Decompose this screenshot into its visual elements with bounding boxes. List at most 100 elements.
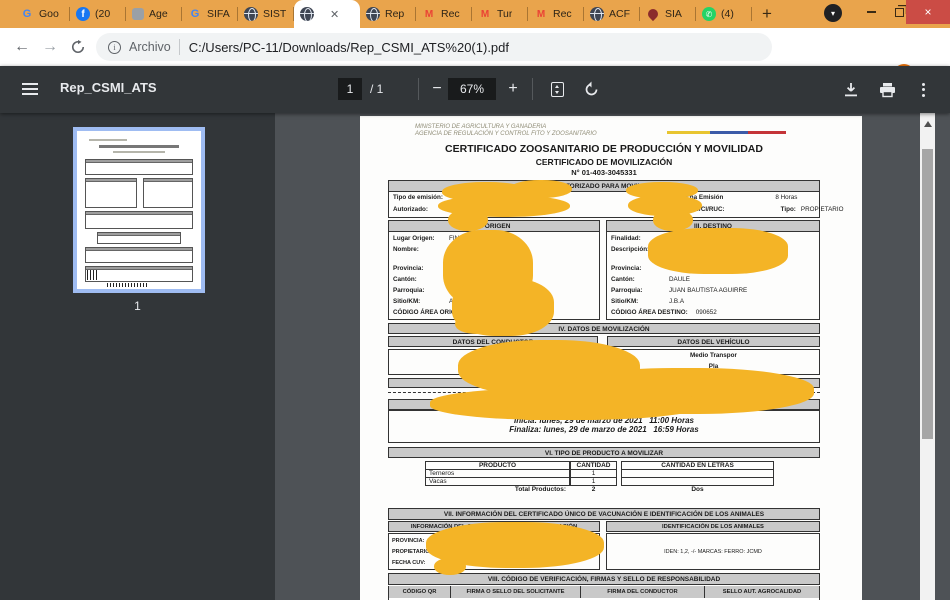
col-cantidad: CANTIDAD: [570, 461, 617, 470]
browser-tab-google[interactable]: Goo: [14, 0, 70, 28]
page-count-label: / 1: [370, 82, 383, 96]
certificate-title: CERTIFICADO ZOOSANITARIO DE PRODUCCIÓN Y…: [388, 143, 820, 155]
animal-id-text: IDEN: 1,2, -/- MARCAS: FERRO: JCMD: [664, 549, 762, 555]
print-button[interactable]: [874, 77, 900, 103]
thumbnail-page-number: 1: [0, 299, 275, 313]
tab-label: SIST: [263, 8, 286, 20]
zoom-level-input[interactable]: 67%: [448, 78, 496, 100]
tab-label: (20: [95, 8, 110, 20]
cantidad-cell: 1: [570, 470, 617, 478]
fit-to-page-button[interactable]: [544, 76, 570, 102]
url-divider: [179, 39, 180, 55]
section-7-right-header: IDENTIFICACIÓN DE LOS ANIMALES: [606, 521, 820, 532]
total-value: 2: [570, 486, 617, 493]
browser-tab-rep[interactable]: Rep: [360, 0, 416, 28]
url-scheme-label: Archivo: [129, 40, 171, 54]
gmail-favicon-icon: [534, 7, 548, 21]
browser-tab-rec1[interactable]: Rec: [416, 0, 472, 28]
browser-tab-sist[interactable]: SIST: [238, 0, 294, 28]
thumbnail-panel: 1: [0, 113, 275, 600]
site-favicon-icon: [132, 8, 144, 20]
reload-icon: [71, 40, 85, 54]
rotate-ccw-icon: [583, 81, 600, 98]
certificate-number: N° 01-403-3045331: [388, 168, 820, 177]
rotate-button[interactable]: [578, 76, 604, 102]
window-minimize-button[interactable]: [856, 0, 886, 24]
page-thumbnail[interactable]: [73, 127, 205, 293]
url-text: C:/Users/PC-11/Downloads/Rep_CSMI_ATS%20…: [189, 40, 509, 55]
gmail-favicon-icon: [478, 7, 492, 21]
tab-label: Rec: [441, 8, 460, 20]
finaliza-text: Finaliza: lunes, 29 de marzo de 2021 16:…: [389, 425, 819, 434]
qr-column-header: CÓDIGO QR: [389, 586, 451, 598]
ecuador-flag-line: [667, 131, 786, 134]
tab-label: ACF: [609, 8, 630, 20]
producto-cell: Terneros: [425, 470, 570, 478]
download-icon: [843, 82, 859, 98]
browser-tab-rec2[interactable]: Rec: [528, 0, 584, 28]
tab-label: Rec: [553, 8, 572, 20]
address-bar: Archivo C:/Users/PC-11/Downloads/Rep_CSM…: [0, 28, 950, 66]
tab-label: SIA: [665, 8, 682, 20]
vertical-scrollbar[interactable]: [920, 113, 935, 600]
reload-button[interactable]: [64, 40, 92, 54]
google-favicon-icon: [188, 7, 202, 21]
toolbar-separator: [418, 78, 419, 100]
scroll-up-arrow-icon[interactable]: [924, 121, 932, 127]
globe-favicon-icon: [590, 7, 604, 21]
redaction-scribble: [434, 558, 466, 575]
facebook-favicon-icon: [76, 7, 90, 21]
tab-close-icon[interactable]: ✕: [330, 8, 339, 21]
product-table: PRODUCTO CANTIDAD CANTIDAD EN LETRAS Ter…: [425, 461, 774, 493]
vehiculo-header: DATOS DEL VEHÍCULO: [607, 336, 820, 347]
tipo-label: Tipo:: [781, 206, 796, 213]
page-number-input[interactable]: 1: [338, 78, 362, 100]
browser-tab-tur[interactable]: Tur: [472, 0, 528, 28]
zoom-out-button[interactable]: −: [424, 76, 450, 102]
page-info-icon[interactable]: [108, 41, 121, 54]
browser-tab-whatsapp[interactable]: (4): [696, 0, 752, 28]
scrollbar-thumb[interactable]: [922, 149, 933, 439]
fecha-emision-value: 8 Horas: [775, 194, 797, 201]
section-6-header: VI. TIPO DE PRODUCTO A MOVILIZAR: [388, 447, 820, 458]
browser-tab-active-pdf[interactable]: ✕: [294, 0, 360, 28]
producto-cell: Vacas: [425, 478, 570, 486]
gmail-favicon-icon: [422, 7, 436, 21]
window-close-button[interactable]: [906, 0, 950, 24]
zoom-in-button[interactable]: +: [500, 76, 526, 102]
browser-tab-sifa[interactable]: SIFA: [182, 0, 238, 28]
tab-label: SIFA: [207, 8, 230, 20]
browser-tab-acf[interactable]: ACF: [584, 0, 640, 28]
redaction-scribble: [648, 228, 788, 274]
url-field[interactable]: Archivo C:/Users/PC-11/Downloads/Rep_CSM…: [96, 33, 772, 61]
cantidad-cell: 1: [570, 478, 617, 486]
letras-cell: [621, 470, 774, 478]
section-7-header: VII. INFORMACIÓN DEL CERTIFICADO ÚNICO D…: [388, 508, 820, 520]
tab-search-chevron-icon[interactable]: [824, 4, 842, 22]
pdf-menu-icon[interactable]: [22, 83, 38, 85]
redaction-scribble: [503, 404, 563, 420]
browser-tab-age[interactable]: Age: [126, 0, 182, 28]
tab-label: Rep: [385, 8, 404, 20]
pdf-more-options-button[interactable]: [910, 77, 936, 103]
redaction-scribble: [448, 209, 488, 231]
agrocalidad-column-header: SELLO AUT. AGROCALIDAD: [705, 586, 819, 598]
google-favicon-icon: [20, 7, 34, 21]
back-button[interactable]: [8, 38, 36, 56]
tab-strip: Goo (20 Age SIFA SIST ✕ Rep Rec: [0, 0, 950, 28]
pdf-toolbar: Rep_CSMI_ATS 1 / 1 − 67% +: [0, 66, 950, 113]
fit-page-icon: [551, 82, 564, 97]
pdf-toolbar-actions: [838, 66, 950, 113]
forward-button[interactable]: [36, 38, 64, 56]
globe-favicon-icon: [366, 7, 380, 21]
browser-window: Goo (20 Age SIFA SIST ✕ Rep Rec: [0, 0, 950, 600]
tab-label: Tur: [497, 8, 512, 20]
section-4-header: IV. DATOS DE MOVILIZACIÓN: [388, 323, 820, 334]
new-tab-button[interactable]: +: [762, 3, 772, 25]
download-button[interactable]: [838, 77, 864, 103]
conductor-column-header: FIRMA DEL CONDUCTOR: [581, 586, 705, 598]
browser-tab-sia[interactable]: SIA: [640, 0, 696, 28]
browser-tab-facebook[interactable]: (20: [70, 0, 126, 28]
total-letras: Dos: [621, 486, 774, 493]
print-icon: [879, 82, 896, 98]
